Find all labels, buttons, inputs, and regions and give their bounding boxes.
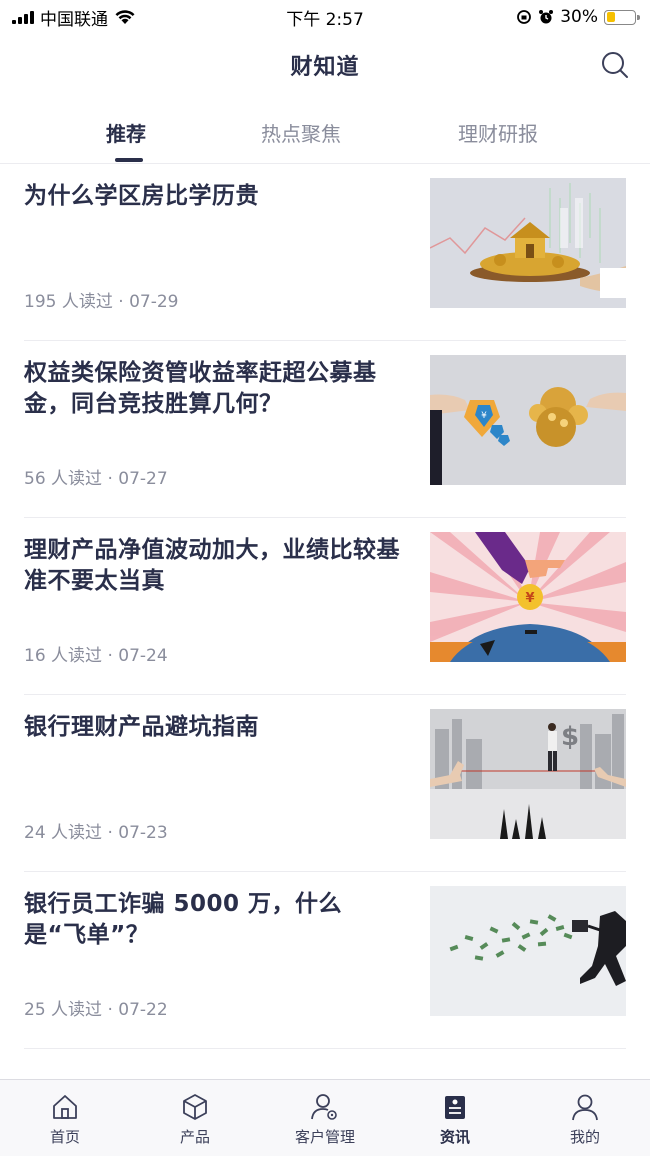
article-meta: 56 人读过 · 07-27 bbox=[24, 469, 168, 489]
article-title: 银行理财产品避坑指南 bbox=[24, 714, 259, 740]
tab-customer-management[interactable]: 客户管理 bbox=[260, 1080, 390, 1156]
article-date: 07-24 bbox=[118, 646, 168, 666]
tab-label: 首页 bbox=[49, 1128, 80, 1146]
svg-text:¥: ¥ bbox=[481, 411, 487, 421]
tab-label: 我的 bbox=[569, 1128, 600, 1146]
svg-text:¥: ¥ bbox=[525, 591, 534, 606]
read-count: 56 人读过 bbox=[24, 469, 103, 489]
article-title: 为什么学区房比学历贵 bbox=[24, 183, 259, 209]
home-icon bbox=[53, 1095, 77, 1119]
article-date: 07-27 bbox=[118, 469, 168, 489]
signal-icon bbox=[12, 10, 34, 24]
box-icon bbox=[183, 1094, 207, 1120]
tab-products[interactable]: 产品 bbox=[130, 1080, 260, 1156]
article-date: 07-22 bbox=[118, 1000, 168, 1020]
svg-text:$: $ bbox=[561, 722, 579, 752]
tab-label: 资讯 bbox=[439, 1128, 470, 1146]
battery-percent: 30% bbox=[560, 7, 598, 27]
tab-hot-focus[interactable]: 热点聚焦 bbox=[261, 118, 341, 147]
category-tabs: 推荐 热点聚焦 理财研报 bbox=[0, 100, 650, 164]
read-count: 16 人读过 bbox=[24, 646, 103, 666]
tab-research-report[interactable]: 理财研报 bbox=[458, 118, 538, 147]
tab-home[interactable]: 首页 bbox=[0, 1080, 130, 1156]
battery-icon bbox=[604, 9, 640, 25]
nav-bar: 财知道 bbox=[0, 34, 650, 96]
page-title: 财知道 bbox=[290, 55, 360, 80]
read-count: 24 人读过 bbox=[24, 823, 103, 843]
carrier-label: 中国联通 bbox=[40, 9, 108, 30]
active-tab-indicator bbox=[115, 158, 143, 162]
rotation-lock-icon bbox=[517, 10, 532, 24]
article-date: 07-23 bbox=[118, 823, 168, 843]
search-icon[interactable] bbox=[600, 50, 630, 80]
article-meta: 25 人读过 · 07-22 bbox=[24, 1000, 168, 1020]
article-item[interactable]: 银行理财产品避坑指南 24 人读过 · 07-23 $ bbox=[24, 696, 626, 872]
article-item[interactable]: 理财产品净值波动加大，业绩比较基准不要太当真 16 人读过 · 07-24 ¥ bbox=[24, 519, 626, 695]
article-title: 理财产品净值波动加大，业绩比较基准不要太当真 bbox=[24, 537, 400, 594]
wifi-icon bbox=[115, 10, 135, 24]
tab-label: 客户管理 bbox=[294, 1128, 355, 1146]
article-thumbnail bbox=[430, 886, 626, 1016]
tab-recommend[interactable]: 推荐 bbox=[106, 118, 146, 147]
article-thumbnail: ¥ bbox=[430, 532, 626, 662]
article-meta: 195 人读过 · 07-29 bbox=[24, 292, 179, 312]
article-date: 07-29 bbox=[129, 292, 179, 312]
article-thumbnail: $ bbox=[430, 709, 626, 839]
article-thumbnail: ¥ bbox=[430, 355, 626, 485]
read-count: 195 人读过 bbox=[24, 292, 113, 312]
tab-mine[interactable]: 我的 bbox=[520, 1080, 650, 1156]
user-settings-icon bbox=[311, 1094, 337, 1120]
article-item[interactable]: 权益类保险资管收益率赶超公募基金，同台竞技胜算几何？ 56 人读过 · 07-2… bbox=[24, 342, 626, 518]
profile-icon bbox=[572, 1094, 598, 1121]
tab-news[interactable]: 资讯 bbox=[390, 1080, 520, 1156]
article-meta: 16 人读过 · 07-24 bbox=[24, 646, 168, 666]
read-count: 25 人读过 bbox=[24, 1000, 103, 1020]
tab-label: 产品 bbox=[179, 1128, 210, 1146]
article-meta: 24 人读过 · 07-23 bbox=[24, 823, 168, 843]
news-icon bbox=[445, 1096, 465, 1119]
alarm-icon bbox=[539, 10, 554, 24]
article-thumbnail bbox=[430, 178, 626, 308]
article-item[interactable]: 为什么学区房比学历贵 195 人读过 · 07-29 bbox=[24, 165, 626, 341]
bottom-tab-bar: 首页 产品 客户管理 资讯 我的 bbox=[0, 1079, 650, 1156]
article-title: 权益类保险资管收益率赶超公募基金，同台竞技胜算几何？ bbox=[24, 360, 377, 417]
status-bar: 中国联通 下午 2:57 30% bbox=[0, 0, 650, 34]
article-item[interactable]: 银行员工诈骗 5000 万，什么是“飞单”？ 25 人读过 · 07-22 bbox=[24, 873, 626, 1049]
article-title: 银行员工诈骗 5000 万，什么是“飞单”？ bbox=[24, 891, 343, 948]
